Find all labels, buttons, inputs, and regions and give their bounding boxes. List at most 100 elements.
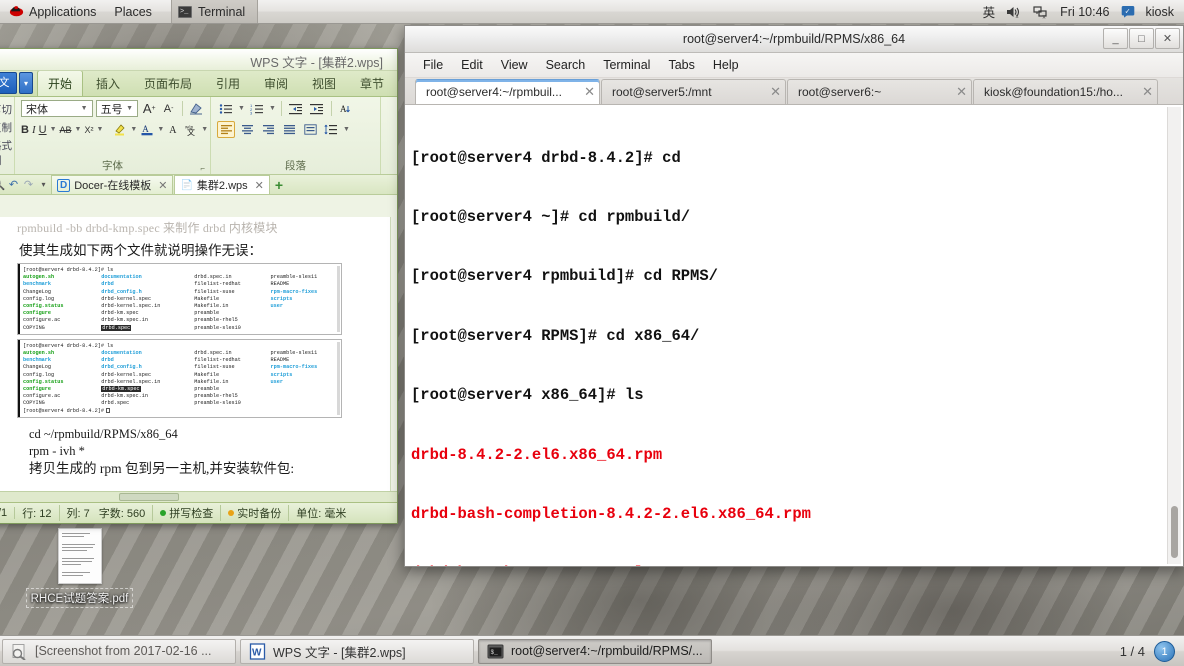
- align-right-icon[interactable]: [259, 121, 277, 138]
- wps-ribbon-tab-insert[interactable]: 插入: [85, 70, 131, 96]
- wps-document-canvas[interactable]: rpmbuild -bb drbd-kmp.spec 来制作 drbd 内核模块…: [0, 217, 397, 494]
- chevron-down-icon[interactable]: ▼: [157, 126, 164, 133]
- chevron-down-icon[interactable]: ▼: [130, 126, 137, 133]
- panel-window-terminal[interactable]: >_ Terminal: [170, 0, 259, 23]
- close-icon[interactable]: ✕: [578, 84, 595, 100]
- undo-icon[interactable]: ↶: [6, 177, 21, 193]
- panel-clock[interactable]: Fri 10:46: [1060, 5, 1109, 19]
- wps-font-name-combo[interactable]: 宋体 ▼: [21, 100, 93, 117]
- wps-font-size-combo[interactable]: 五号 ▼: [95, 100, 139, 117]
- taskbar-button-screenshot[interactable]: [Screenshot from 2017-02-16 ...: [2, 638, 236, 664]
- wps-ribbon-tab-section[interactable]: 章节: [349, 70, 395, 96]
- menu-edit[interactable]: Edit: [453, 56, 491, 74]
- align-distributed-icon[interactable]: [301, 121, 319, 138]
- wps-doctab-document[interactable]: 📄 集群2.wps ✕: [174, 175, 270, 194]
- wps-doctab-docer[interactable]: D Docer-在线模板 ✕: [51, 175, 174, 194]
- wps-vertical-scrollbar[interactable]: [390, 217, 397, 491]
- chevron-down-icon[interactable]: ▼: [343, 126, 350, 133]
- wps-group-font[interactable]: 宋体 ▼ 五号 ▼ A + A- B I U ▼ AB ▼ X² ▼ ▼ A ▼…: [15, 97, 211, 174]
- menu-file[interactable]: File: [415, 56, 451, 74]
- char-shading-icon[interactable]: A: [167, 121, 181, 138]
- menu-terminal[interactable]: Terminal: [595, 56, 658, 74]
- menu-view[interactable]: View: [493, 56, 536, 74]
- terminal-tabstrip[interactable]: root@server4:~/rpmbuil... ✕ root@server5…: [405, 78, 1183, 105]
- wps-status-spellcheck[interactable]: 拼写检查: [153, 505, 222, 521]
- chevron-down-icon[interactable]: ▾: [36, 177, 51, 193]
- chevron-down-icon[interactable]: ▼: [269, 105, 276, 112]
- gnome-top-panel[interactable]: Applications Places >_ Terminal 英 x x Fr…: [0, 0, 1184, 24]
- terminal-tab-server5[interactable]: root@server5:/mnt ✕: [601, 79, 786, 104]
- wps-titlebar[interactable]: WPS 文字 - [集群2.wps]: [0, 49, 397, 71]
- wps-horizontal-scrollbar[interactable]: [0, 491, 397, 502]
- panel-window-list[interactable]: >_ Terminal: [170, 0, 259, 23]
- close-icon[interactable]: ✕: [158, 179, 167, 192]
- network-disconnected-icon[interactable]: x: [1033, 5, 1049, 19]
- increase-indent-icon[interactable]: [308, 100, 326, 117]
- chevron-down-icon[interactable]: ▼: [238, 105, 245, 112]
- wps-formatpainter-button[interactable]: 格式刷: [0, 138, 12, 168]
- wps-ribbon-tab-start[interactable]: 开始: [36, 70, 83, 96]
- chevron-down-icon[interactable]: ▼: [96, 126, 103, 133]
- decrease-indent-icon[interactable]: [287, 100, 305, 117]
- wps-bold-button[interactable]: B: [21, 121, 29, 138]
- close-button[interactable]: ✕: [1155, 28, 1180, 49]
- align-justify-icon[interactable]: [280, 121, 298, 138]
- wps-ribbon-tab-pagelayout[interactable]: 页面布局: [133, 70, 203, 96]
- highlight-icon[interactable]: [113, 121, 127, 138]
- clear-format-icon[interactable]: [188, 100, 204, 117]
- menu-help[interactable]: Help: [705, 56, 747, 74]
- chevron-down-icon[interactable]: ▼: [50, 126, 57, 133]
- numbered-list-icon[interactable]: 123: [248, 100, 266, 117]
- terminal-titlebar[interactable]: root@server4:~/rpmbuild/RPMS/x86_64 _ □ …: [405, 26, 1183, 53]
- close-icon[interactable]: ✕: [255, 179, 264, 192]
- wps-group-clipboard[interactable]: 剪切 复制 格式刷: [0, 97, 15, 174]
- taskbar-button-wps[interactable]: W WPS 文字 - [集群2.wps]: [240, 638, 474, 664]
- panel-menus[interactable]: Applications Places: [0, 0, 161, 23]
- terminal-tab-server6[interactable]: root@server6:~ ✕: [787, 79, 972, 104]
- wps-superscript-button[interactable]: X²: [84, 121, 93, 138]
- wps-ribbon-tabstrip[interactable]: 文 ▾ 开始 插入 页面布局 引用 审阅 视图 章节: [0, 70, 397, 97]
- maximize-button[interactable]: □: [1129, 28, 1154, 49]
- wps-shrink-font-icon[interactable]: A-: [160, 100, 176, 117]
- wps-ribbon-tab-view[interactable]: 视图: [301, 70, 347, 96]
- wps-document-tabstrip[interactable]: 🔍 ↶ ↷ ▾ D Docer-在线模板 ✕ 📄 集群2.wps ✕ +: [0, 175, 397, 195]
- volume-muted-icon[interactable]: x: [1006, 5, 1022, 19]
- wps-grow-font-icon[interactable]: A +: [141, 100, 157, 117]
- dialog-launcher-icon[interactable]: ⌐: [200, 164, 205, 173]
- align-center-icon[interactable]: [238, 121, 256, 138]
- menu-tabs[interactable]: Tabs: [660, 56, 702, 74]
- wps-ribbon-tab-reference[interactable]: 引用: [205, 70, 251, 96]
- align-left-icon[interactable]: [217, 121, 235, 138]
- terminal-scrollbar-thumb[interactable]: [1171, 506, 1178, 558]
- line-spacing-icon[interactable]: [322, 121, 340, 138]
- taskbar-workspace-area[interactable]: 1 / 4 1: [1120, 640, 1184, 662]
- bullet-list-icon[interactable]: [217, 100, 235, 117]
- redo-icon[interactable]: ↷: [21, 177, 36, 193]
- close-icon[interactable]: ✕: [950, 84, 967, 100]
- desktop-icon-pdf[interactable]: RHCE试题答案.pdf: [22, 528, 137, 608]
- minimize-button[interactable]: _: [1103, 28, 1128, 49]
- wps-cut-button[interactable]: 剪切: [0, 102, 12, 117]
- gnome-bottom-taskbar[interactable]: [Screenshot from 2017-02-16 ... W WPS 文字…: [0, 635, 1184, 666]
- pinyin-guide-icon[interactable]: wén 文: [184, 121, 198, 138]
- terminal-output-area[interactable]: [root@server4 drbd-8.4.2]# cd [root@serv…: [405, 105, 1183, 566]
- panel-user-name[interactable]: kiosk: [1146, 5, 1174, 19]
- wps-ribbon[interactable]: 剪切 复制 格式刷 宋体 ▼ 五号 ▼ A+ A-: [0, 97, 397, 175]
- workspace-switcher-current[interactable]: 1: [1154, 640, 1175, 662]
- wps-qat-dropdown-icon[interactable]: ▾: [18, 72, 33, 94]
- panel-tray[interactable]: 英 x x Fri 10:46 ✓ kiosk: [983, 2, 1184, 21]
- text-direction-icon[interactable]: A: [337, 100, 355, 117]
- font-color-icon[interactable]: A: [140, 121, 154, 138]
- terminal-tab-foundation15[interactable]: kiosk@foundation15:/ho... ✕: [973, 79, 1158, 104]
- terminal-menubar[interactable]: File Edit View Search Terminal Tabs Help: [405, 53, 1183, 78]
- wps-strikethrough-button[interactable]: AB: [60, 121, 72, 138]
- input-method-indicator[interactable]: 英: [983, 2, 996, 21]
- wps-status-autosave[interactable]: 实时备份: [221, 505, 290, 521]
- terminal-scrollbar[interactable]: [1167, 107, 1181, 564]
- menu-places[interactable]: Places: [105, 0, 161, 23]
- chevron-down-icon[interactable]: ▼: [75, 126, 82, 133]
- wps-copy-button[interactable]: 复制: [0, 120, 12, 135]
- terminal-window-controls[interactable]: _ □ ✕: [1103, 28, 1180, 49]
- wps-new-tab-button[interactable]: +: [271, 177, 287, 193]
- close-icon[interactable]: ✕: [1136, 84, 1153, 100]
